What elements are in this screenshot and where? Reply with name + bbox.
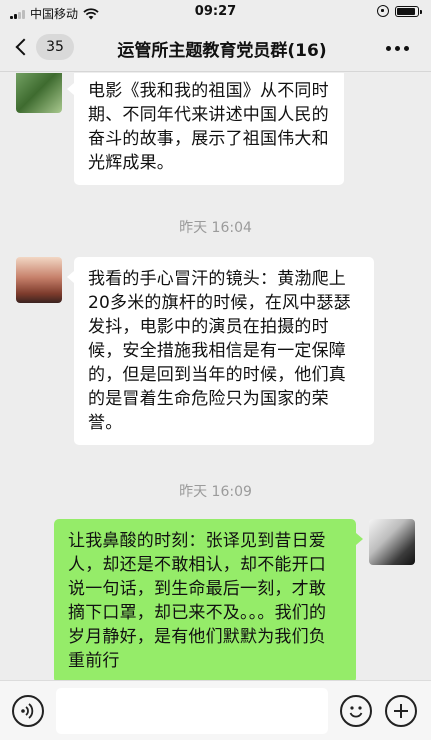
unread-count-badge: 35 — [36, 34, 74, 60]
status-right — [377, 5, 422, 17]
chevron-left-icon — [15, 38, 33, 56]
rotation-lock-icon — [377, 5, 389, 17]
message-input[interactable] — [56, 688, 328, 734]
emoji-button[interactable] — [340, 695, 372, 727]
status-bar: 中国移动 09:27 — [0, 0, 431, 24]
more-dots-icon — [386, 46, 391, 51]
message-bubble[interactable]: 电影《我和我的祖国》从不同时期、不同年代来讲述中国人民的奋斗的故事，展示了祖国伟… — [67, 73, 344, 185]
status-time: 09:27 — [194, 4, 237, 19]
emoji-icon — [349, 706, 363, 718]
sender-avatar[interactable] — [16, 257, 62, 303]
input-bar — [0, 680, 431, 740]
message-timestamp: 昨天 16:09 — [179, 484, 252, 500]
more-functions-button[interactable] — [385, 695, 417, 727]
voice-icon — [21, 703, 34, 719]
plus-icon — [394, 704, 408, 718]
sender-avatar[interactable] — [16, 73, 62, 113]
chat-title: 运管所主题教育党员群(16) — [117, 41, 327, 61]
message-bubble[interactable]: 我看的手心冒汗的镜头：黄渤爬上20多米的旗杆的时候，在风中瑟瑟发抖，电影中的演员… — [67, 257, 374, 445]
chat-area[interactable]: 电影《我和我的祖国》从不同时期、不同年代来讲述中国人民的奋斗的故事，展示了祖国伟… — [0, 73, 431, 680]
own-message-bubble[interactable]: 让我鼻酸的时刻：张译见到昔日爱人，却还是不敢相认，却不能开口说一句话，到生命最后… — [54, 519, 363, 680]
voice-button[interactable] — [12, 695, 44, 727]
more-button[interactable] — [386, 46, 409, 51]
nav-bar: 35 运管所主题教育党员群(16) — [0, 24, 431, 72]
back-button[interactable]: 35 — [12, 34, 74, 60]
own-avatar[interactable] — [369, 519, 415, 565]
battery-icon — [395, 5, 422, 17]
message-timestamp: 昨天 16:04 — [179, 220, 252, 236]
